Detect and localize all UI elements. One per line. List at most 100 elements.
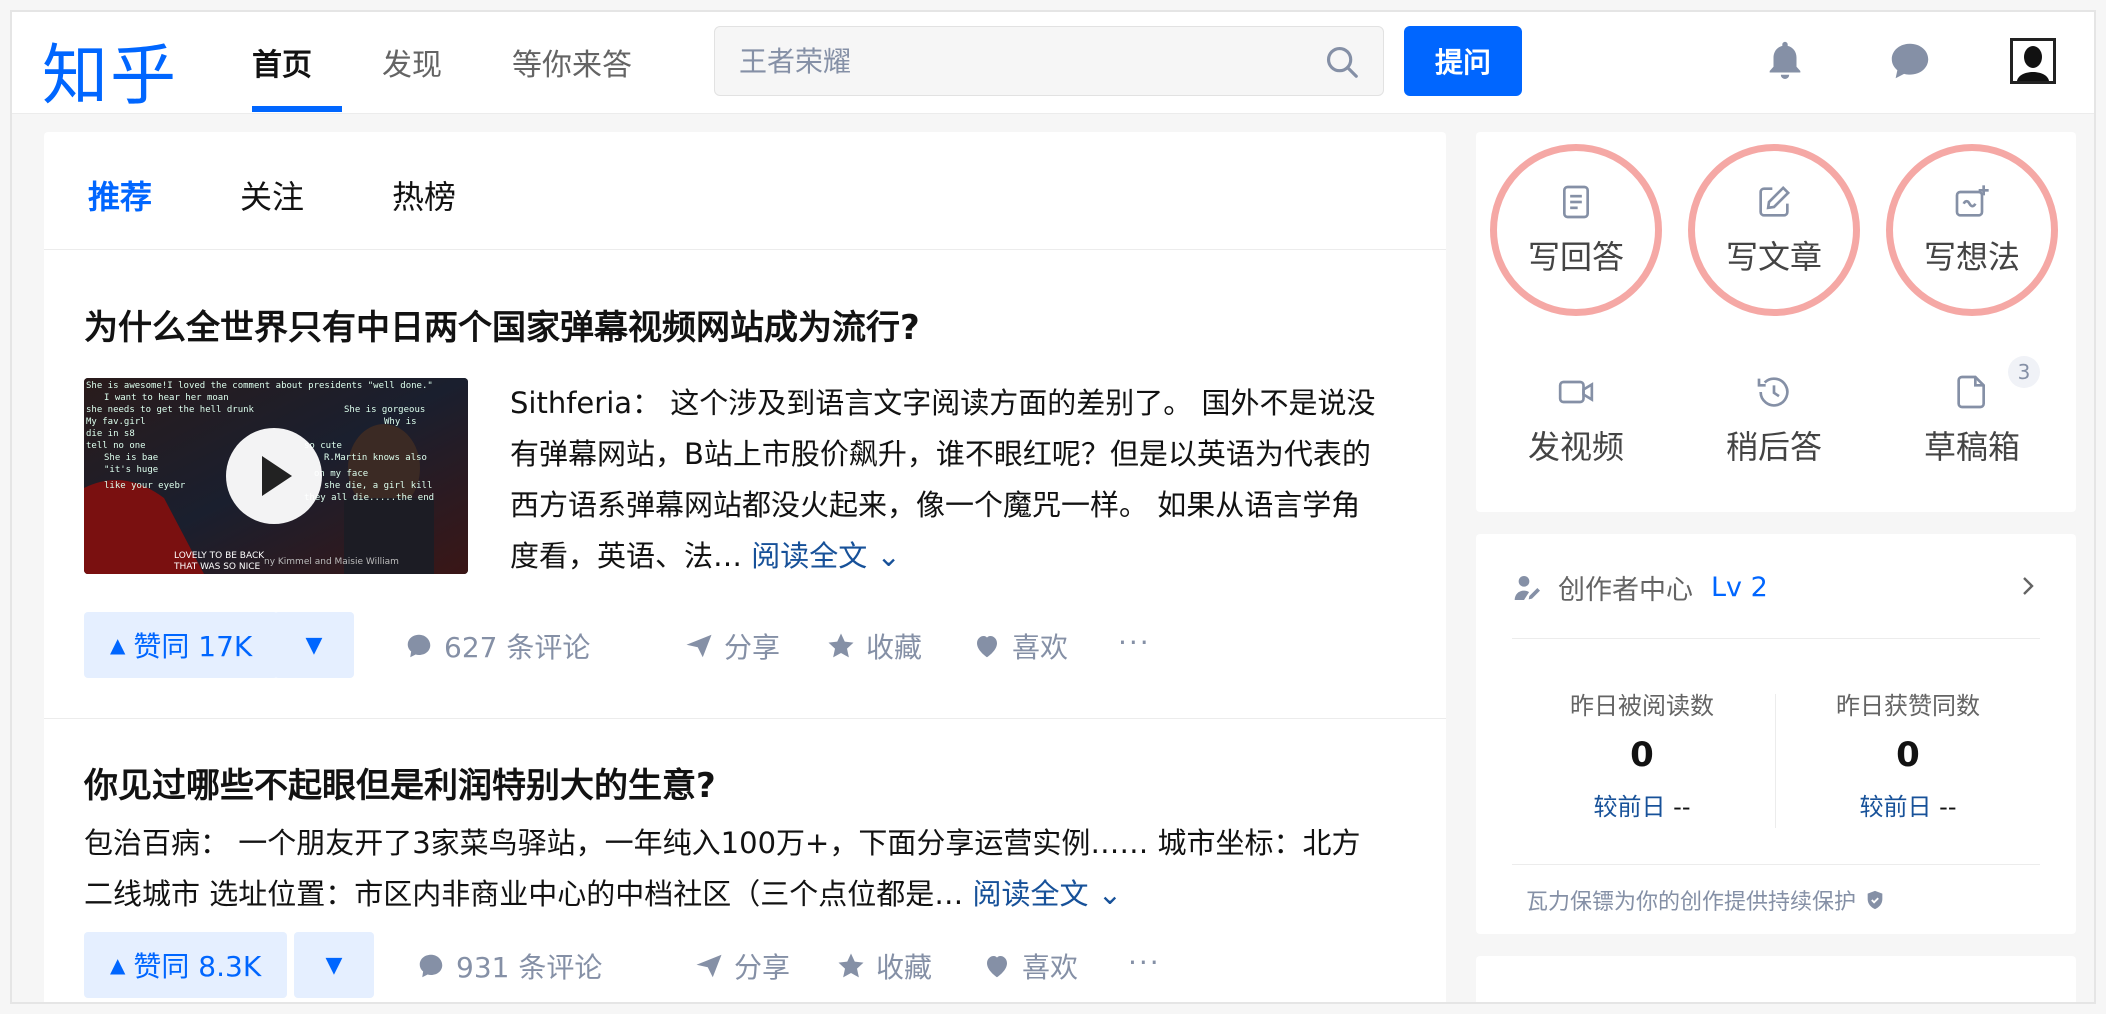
chevron-down-icon: ⌄	[876, 539, 901, 573]
tool-label: 发视频	[1527, 428, 1624, 466]
svg-text:she needs to get the hell drun: she needs to get the hell drunk	[86, 405, 255, 415]
compare-label: 较前日	[1859, 793, 1932, 821]
compare-label: 较前日	[1593, 793, 1666, 821]
svg-text:like your eyebr: like your eyebr	[104, 481, 186, 491]
excerpt-line: 包治百病： 一个朋友开了3家菜鸟驿站，一年纯入100万+，下面分享运营实例…… …	[84, 826, 1361, 860]
read-more-link[interactable]: 阅读全文 ⌄	[751, 539, 901, 573]
tab-hot-list[interactable]: 热榜	[392, 172, 456, 218]
answer-doc-icon	[1563, 185, 1589, 219]
nav-discover[interactable]: 发现	[382, 40, 442, 84]
creator-divider	[1512, 638, 2040, 639]
triangle-down-icon: ▼	[325, 952, 343, 978]
thumb-caption: THAT WAS SO NICE	[173, 562, 261, 572]
read-more-link[interactable]: 阅读全文 ⌄	[972, 877, 1122, 911]
share-label: 分享	[734, 951, 791, 984]
vote-up-button[interactable]: ▲ 赞同 8.3K	[84, 932, 288, 998]
comments-button[interactable]: 627 条评论	[404, 626, 590, 666]
share-button[interactable]: 分享	[684, 626, 780, 666]
heart-icon	[977, 636, 997, 658]
like-button[interactable]: 喜欢	[982, 946, 1078, 986]
svg-text:tell no one: tell no one	[86, 441, 146, 451]
write-answer-button[interactable]: 写回答	[1496, 182, 1656, 292]
vote-count: 赞同 17K	[133, 630, 253, 663]
thumb-caption: ny Kimmel and Maisie William	[264, 557, 399, 567]
comments-button[interactable]: 931 条评论	[416, 946, 602, 986]
stat-value: 0	[1630, 735, 1654, 775]
edit-pen-icon	[1759, 185, 1791, 217]
feed-item-title[interactable]: 为什么全世界只有中日两个国家弹幕视频网站成为流行?	[84, 300, 920, 349]
triangle-down-icon: ▼	[305, 632, 323, 658]
feed-divider	[44, 718, 1446, 719]
feed-item-excerpt[interactable]: 包治百病： 一个朋友开了3家菜鸟驿站，一年纯入100万+，下面分享运营实例…… …	[84, 818, 1424, 920]
comment-bubble-icon	[419, 954, 443, 978]
stat-upvotes: 昨日获赞同数 0 较前日 --	[1778, 686, 2038, 822]
feed-item-actions: ▲ 赞同 17K ▼ 627 条评论 分享 收藏 喜欢 ···	[84, 612, 1424, 678]
search-box[interactable]	[714, 26, 1384, 96]
chevron-right-icon[interactable]	[2016, 572, 2040, 600]
like-button[interactable]: 喜欢	[972, 626, 1068, 666]
star-icon	[838, 953, 864, 978]
comments-count: 627 条评论	[444, 631, 591, 664]
svg-text:She is awesome!I loved the com: She is awesome!I loved the comment about…	[86, 381, 433, 391]
creator-center-header[interactable]: 创作者中心 Lv 2	[1512, 568, 1768, 607]
creator-divider	[1512, 864, 2040, 865]
excerpt-line: 西方语系弹幕网站都没火起来，像一个魔咒一样。 如果从语言学角	[510, 488, 1361, 522]
protection-text: 瓦力保镖为你的创作提供持续保护	[1526, 890, 1857, 915]
creator-center-title: 创作者中心	[1558, 575, 1693, 606]
stat-compare: 较前日 --	[1778, 787, 2038, 822]
triangle-up-icon: ▲	[110, 633, 126, 657]
comment-bubble-icon	[407, 634, 431, 658]
history-clock-icon	[1757, 377, 1789, 407]
ask-question-button[interactable]: 提问	[1404, 26, 1522, 96]
vote-down-button[interactable]: ▼	[294, 932, 374, 998]
user-avatar[interactable]	[2010, 38, 2056, 84]
feed-item-excerpt[interactable]: Sithferia： 这个涉及到语言文字阅读方面的差别了。 国外不是说没 有弹幕…	[510, 378, 1430, 582]
tool-label: 写文章	[1725, 238, 1822, 276]
chevron-down-icon: ⌄	[1097, 877, 1122, 911]
svg-text:she die, a girl kill: she die, a girl kill	[324, 481, 432, 491]
star-icon	[828, 633, 854, 658]
compare-value: --	[1939, 793, 1957, 821]
stat-separator	[1775, 694, 1776, 828]
collect-button[interactable]: 收藏	[826, 626, 922, 666]
feed-item-actions: ▲ 赞同 8.3K ▼ 931 条评论 分享 收藏 喜欢 ···	[84, 932, 1424, 998]
share-label: 分享	[724, 631, 781, 664]
video-thumbnail[interactable]: She is awesome!I loved the comment about…	[84, 378, 468, 574]
search-icon[interactable]	[1323, 43, 1361, 81]
main-feed: 推荐 关注 热榜 为什么全世界只有中日两个国家弹幕视频网站成为流行? She i…	[44, 132, 1446, 1002]
paper-plane-icon	[686, 634, 712, 658]
tab-follow[interactable]: 关注	[240, 172, 304, 218]
paper-plane-icon	[696, 954, 722, 978]
svg-text:Why is: Why is	[384, 417, 417, 427]
excerpt-line: 有弹幕网站，B站上市股价飙升，谁不眼红呢？但是以英语为代表的	[510, 437, 1371, 471]
video-camera-icon	[1558, 380, 1594, 404]
write-idea-button[interactable]: 写想法	[1892, 182, 2052, 292]
nav-home[interactable]: 首页	[252, 40, 312, 84]
tool-label: 写想法	[1923, 238, 2020, 276]
write-article-button[interactable]: 写文章	[1694, 182, 1854, 292]
nav-waiting-answers[interactable]: 等你来答	[512, 40, 632, 84]
collect-button[interactable]: 收藏	[836, 946, 932, 986]
excerpt-line: 度看，英语、法…	[510, 539, 743, 573]
tab-recommend[interactable]: 推荐	[88, 172, 152, 218]
vote-down-button[interactable]: ▼	[274, 612, 354, 678]
more-options-icon[interactable]: ···	[1118, 626, 1151, 659]
post-video-button[interactable]: 发视频	[1496, 372, 1656, 482]
tool-label: 草稿箱	[1923, 428, 2020, 466]
more-options-icon[interactable]: ···	[1128, 946, 1161, 979]
notification-bell-icon[interactable]	[1762, 38, 1808, 84]
stat-label: 昨日被阅读数	[1570, 692, 1714, 720]
drafts-count-badge: 3	[2008, 356, 2040, 388]
vote-up-button[interactable]: ▲ 赞同 17K	[84, 612, 279, 678]
answer-later-button[interactable]: 稍后答	[1694, 372, 1854, 482]
messages-chat-icon[interactable]	[1887, 38, 1933, 84]
feed-item-title[interactable]: 你见过哪些不起眼但是利润特别大的生意?	[84, 758, 716, 807]
share-button[interactable]: 分享	[694, 946, 790, 986]
svg-text:She is gorgeous: She is gorgeous	[344, 405, 425, 415]
thumb-caption: LOVELY TO BE BACK	[174, 551, 265, 561]
search-input[interactable]	[739, 39, 1299, 83]
drafts-button[interactable]: 草稿箱	[1892, 372, 2052, 482]
zhihu-logo[interactable]: 知乎	[42, 22, 178, 118]
excerpt-line: 二线城市 选址位置：市区内非商业中心的中档社区（三个点位都是…	[84, 877, 964, 911]
feed-tabs: 推荐 关注 热榜	[44, 132, 1446, 250]
